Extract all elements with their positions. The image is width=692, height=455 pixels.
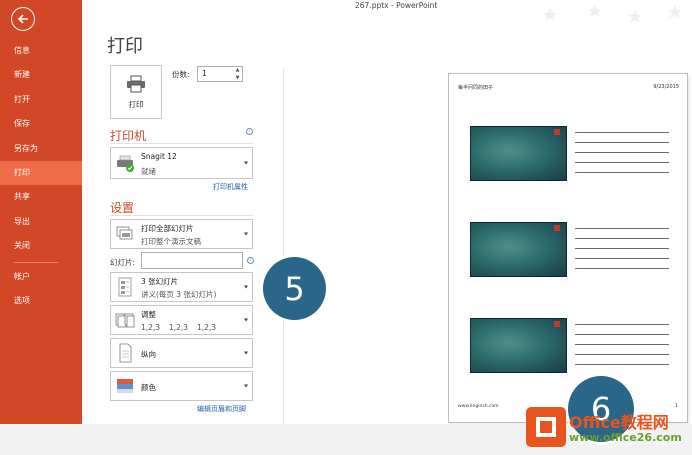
orientation-dropdown[interactable]: 纵向 xyxy=(110,338,253,368)
collate-title: 调整 xyxy=(141,310,156,319)
nav-new[interactable]: 新建 xyxy=(0,63,82,87)
slides-label: 幻灯片: xyxy=(110,258,136,267)
notes-lines xyxy=(575,132,669,183)
step-badge-5: 5 xyxy=(263,257,326,320)
printer-status: 就绪 xyxy=(141,167,156,176)
printer-device-icon xyxy=(117,155,134,172)
print-button-label: 打印 xyxy=(128,99,144,109)
nav-options[interactable]: 选项 xyxy=(0,289,82,313)
collate-page-group: 1,2,3 xyxy=(197,323,217,332)
nav-divider xyxy=(14,261,58,263)
chevron-down-icon xyxy=(244,232,248,236)
layout-subtitle: 讲义(每页 3 张幻灯片) xyxy=(141,290,217,299)
printer-icon xyxy=(127,75,145,92)
notes-lines xyxy=(575,324,669,375)
printer-heading: 打印机 xyxy=(110,129,147,143)
panel-divider xyxy=(283,68,284,424)
title-decoration-stars-icon xyxy=(543,4,682,23)
office-logo-icon xyxy=(526,407,566,447)
collate-dropdown[interactable]: 调整 1,2,3 1,2,3 1,2,3 xyxy=(110,305,253,335)
window-title: 267.pptx - PowerPoint xyxy=(355,1,438,10)
watermark-brand: Office教程网 xyxy=(569,413,669,432)
settings-heading: 设置 xyxy=(110,201,135,215)
print-button[interactable]: 打印 xyxy=(110,65,162,119)
copies-spinner[interactable]: ▲ ▼ xyxy=(233,67,242,81)
print-range-dropdown[interactable]: 打印全部幻灯片 打印整个演示文稿 xyxy=(110,219,253,249)
print-preview-page: 每半问同的田子 9/23/2015 www.linginsh.com 1 xyxy=(448,73,688,423)
notes-lines xyxy=(575,228,669,279)
nav-open[interactable]: 打开 xyxy=(0,88,82,112)
watermark: Office教程网 www.office26.com xyxy=(526,404,691,452)
backstage-sidebar: 信息 新建 打开 保存 另存为 打印 共享 导出 关闭 帐户 选项 xyxy=(0,0,82,424)
slide-thumbnail xyxy=(470,318,567,373)
printer-name: Snagit 12 xyxy=(141,152,177,161)
chevron-down-icon xyxy=(244,351,248,355)
preview-footer-left: www.linginsh.com xyxy=(458,404,499,409)
collate-pages: 1,2,3 1,2,3 1,2,3 xyxy=(141,323,225,332)
chevron-down-icon xyxy=(244,285,248,289)
handout-layout-icon xyxy=(118,277,132,297)
portrait-page-icon xyxy=(119,343,132,363)
layout-title: 3 张幻灯片 xyxy=(141,277,179,286)
slide-thumbnail xyxy=(470,126,567,181)
preview-header-right: 9/23/2015 xyxy=(653,84,679,90)
orientation-title: 纵向 xyxy=(141,350,156,359)
collate-page-group: 1,2,3 xyxy=(141,323,161,332)
copies-label: 份数: xyxy=(172,70,190,79)
color-title: 颜色 xyxy=(141,383,156,392)
chevron-down-icon xyxy=(244,161,248,165)
slides-input[interactable] xyxy=(141,252,243,269)
chevron-down-icon xyxy=(244,318,248,322)
spin-down-icon[interactable]: ▼ xyxy=(236,75,240,81)
slide-mark xyxy=(554,321,560,327)
section-divider xyxy=(110,143,253,144)
printer-properties-link[interactable]: 打印机属性 xyxy=(213,182,248,192)
info-icon[interactable]: i xyxy=(246,128,253,135)
nav-info[interactable]: 信息 xyxy=(0,39,82,63)
arrow-left-icon xyxy=(17,14,28,24)
print-range-subtitle: 打印整个演示文稿 xyxy=(141,237,201,246)
layout-dropdown[interactable]: 3 张幻灯片 讲义(每页 3 张幻灯片) xyxy=(110,272,253,302)
backstage-nav: 信息 新建 打开 保存 另存为 打印 共享 导出 关闭 帐户 选项 xyxy=(0,39,82,313)
section-divider xyxy=(110,215,253,216)
nav-close[interactable]: 关闭 xyxy=(0,234,82,258)
collate-icon xyxy=(115,313,135,328)
preview-header-left: 每半问同的田子 xyxy=(458,85,494,91)
page-title: 打印 xyxy=(107,36,143,57)
collate-page-group: 1,2,3 xyxy=(169,323,189,332)
edit-header-footer-link[interactable]: 编辑页眉和页脚 xyxy=(197,404,246,414)
nav-export[interactable]: 导出 xyxy=(0,210,82,234)
slide-thumbnail xyxy=(470,222,567,277)
color-dropdown[interactable]: 颜色 xyxy=(110,371,253,401)
nav-save-as[interactable]: 另存为 xyxy=(0,137,82,161)
nav-save[interactable]: 保存 xyxy=(0,112,82,136)
spin-up-icon[interactable]: ▲ xyxy=(236,67,240,73)
info-icon[interactable]: i xyxy=(247,257,254,264)
nav-share[interactable]: 共享 xyxy=(0,185,82,209)
nav-print[interactable]: 打印 xyxy=(0,160,82,186)
slide-mark xyxy=(554,225,560,231)
print-range-title: 打印全部幻灯片 xyxy=(141,224,194,233)
color-swatch-icon xyxy=(117,379,133,393)
watermark-url: www.office26.com xyxy=(569,431,682,444)
chevron-down-icon xyxy=(244,384,248,388)
back-button[interactable] xyxy=(11,7,35,31)
printer-dropdown[interactable]: Snagit 12 就绪 xyxy=(110,147,253,179)
nav-account[interactable]: 帐户 xyxy=(0,265,82,289)
slide-mark xyxy=(554,129,560,135)
slides-stack-icon xyxy=(116,226,133,240)
